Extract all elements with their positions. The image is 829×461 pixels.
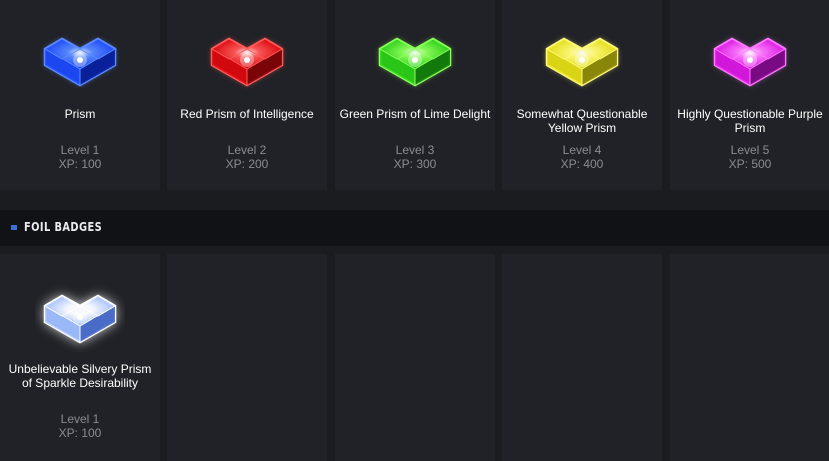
badge-card[interactable]: Somewhat Questionable Yellow Prism Level … [502,0,662,190]
blue-prism-badge-icon [35,25,125,95]
badge-level: Level 1 [60,412,100,426]
badge-level: Level 1 [60,143,100,157]
badge-card[interactable]: Highly Questionable Purple Prism Level 5X… [670,0,829,190]
badge-xp: XP: 100 [58,157,102,171]
badge-name: Green Prism of Lime Delight [339,107,491,121]
badge-name: Red Prism of Intelligence [180,107,314,121]
badge-card[interactable]: Unbelievable Silvery Prism of Sparkle De… [0,254,160,461]
badge-xp: XP: 100 [58,426,102,440]
badge-level: Level 2 [227,143,267,157]
empty-badge-slot [167,254,327,461]
badge-xp: XP: 500 [728,157,772,171]
badge-level: Level 5 [730,143,770,157]
section-marker-icon [11,225,17,230]
badge-level: Level 3 [395,143,435,157]
badge-name: Unbelievable Silvery Prism of Sparkle De… [8,362,152,390]
badge-level: Level 4 [562,143,602,157]
badge-card[interactable]: Green Prism of Lime Delight Level 3 XP: 30… [335,0,495,190]
red-prism-badge-icon [202,25,292,95]
purple-prism-badge-icon [705,25,795,95]
empty-badge-slot [502,254,662,461]
empty-badge-slot [335,254,495,461]
badge-card[interactable]: Red Prism of Intelligence Level 2 XP: 200 [167,0,327,190]
badge-name: Highly Questionable Purple Prism [677,107,823,135]
badge-xp: XP: 200 [225,157,269,171]
silver-foil-prism-badge-icon [35,282,125,352]
yellow-prism-badge-icon [537,25,627,95]
foil-badges-section-header: FOIL BADGES [0,210,829,246]
badge-card[interactable]: Prism Level 1 XP: 100 [0,0,160,190]
badge-xp: XP: 300 [393,157,437,171]
badge-xp: XP: 400 [560,157,604,171]
section-title: FOIL BADGES [24,220,103,234]
green-prism-badge-icon [370,25,460,95]
badge-name: Prism [64,107,96,121]
empty-badge-slot [670,254,829,461]
badge-name: Somewhat Questionable Yellow Prism [516,107,648,135]
